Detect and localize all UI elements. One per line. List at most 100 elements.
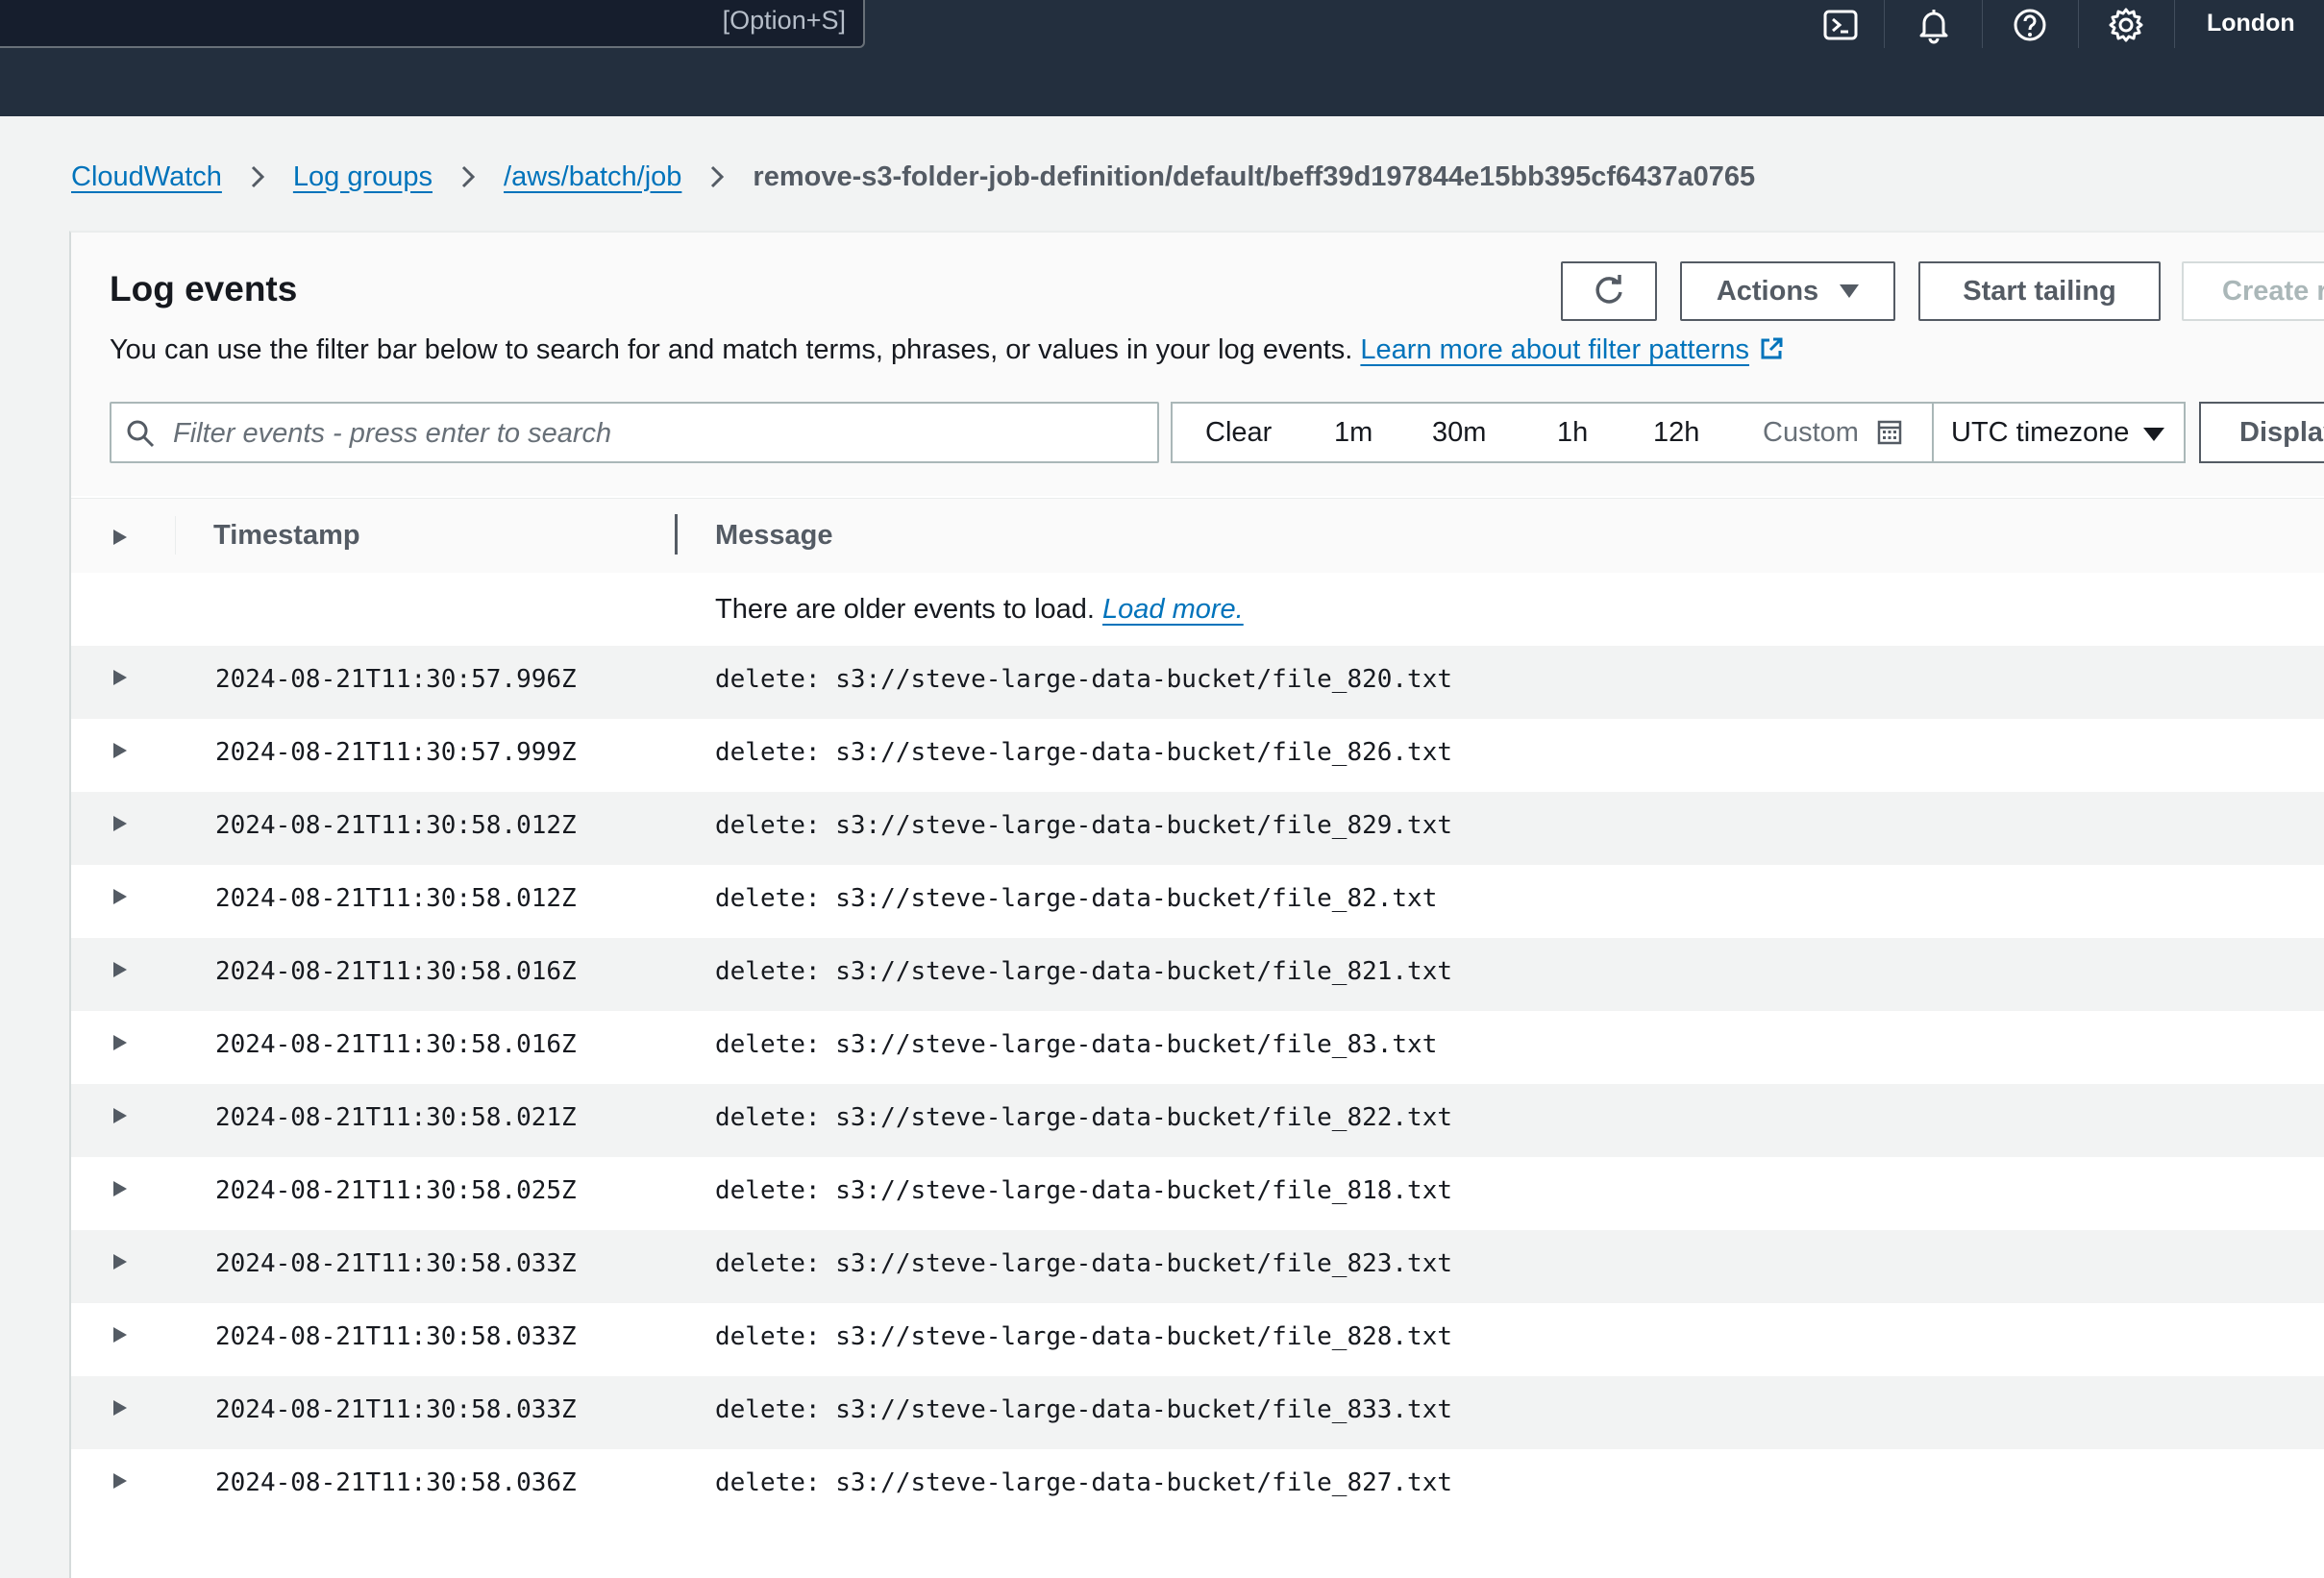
row-message: delete: s3://steve-large-data-bucket/fil… — [715, 1103, 1453, 1132]
row-message: delete: s3://steve-large-data-bucket/fil… — [715, 1249, 1453, 1278]
table-row[interactable]: 2024-08-21T11:30:58.012Z delete: s3://ste… — [71, 865, 2324, 938]
start-tailing-button[interactable]: Start tailing — [1918, 261, 2161, 321]
breadcrumb-current-log-stream: remove-s3-folder-job-definition/default/… — [753, 160, 1756, 192]
search-icon — [125, 418, 156, 449]
row-timestamp: 2024-08-21T11:30:57.999Z — [215, 738, 577, 767]
expand-row-icon[interactable] — [111, 1397, 129, 1418]
table-row[interactable]: 2024-08-21T11:30:58.033Z delete: s3://ste… — [71, 1230, 2324, 1303]
row-message: delete: s3://steve-large-data-bucket/fil… — [715, 1030, 1438, 1059]
bell-icon[interactable] — [1913, 4, 1955, 46]
expand-all-icon[interactable] — [111, 528, 129, 547]
table-row[interactable]: 2024-08-21T11:30:58.012Z delete: s3://ste… — [71, 792, 2324, 865]
search-shortcut-hint: [Option+S] — [722, 6, 846, 35]
expand-row-icon[interactable] — [111, 1105, 129, 1126]
table-row[interactable]: 2024-08-21T11:30:58.025Z delete: s3://ste… — [71, 1157, 2324, 1230]
refresh-icon — [1595, 275, 1622, 304]
actions-dropdown-button[interactable]: Actions — [1680, 261, 1895, 321]
help-icon[interactable] — [2009, 4, 2051, 46]
table-row[interactable]: 2024-08-21T11:30:58.033Z delete: s3://ste… — [71, 1376, 2324, 1449]
nav-separator — [2078, 0, 2079, 48]
expand-row-icon[interactable] — [111, 1324, 129, 1345]
cloudshell-icon[interactable] — [1819, 4, 1862, 46]
log-events-list: 2024-08-21T11:30:57.996Z delete: s3://ste… — [71, 646, 2324, 1522]
caret-down-icon — [2143, 428, 2164, 441]
breadcrumb-cloudwatch[interactable]: CloudWatch — [71, 161, 222, 193]
actions-label: Actions — [1716, 275, 1819, 307]
column-divider — [175, 516, 176, 555]
expand-row-icon[interactable] — [111, 1178, 129, 1199]
row-timestamp: 2024-08-21T11:30:57.996Z — [215, 665, 577, 694]
range-12h-button[interactable]: 12h — [1653, 417, 1699, 449]
refresh-button[interactable] — [1561, 261, 1657, 321]
filter-events-field[interactable] — [110, 402, 1159, 463]
table-header: Timestamp Message — [71, 498, 2324, 575]
nav-separator — [2174, 0, 2175, 48]
expand-row-icon[interactable] — [111, 740, 129, 761]
expand-row-icon[interactable] — [111, 813, 129, 834]
breadcrumb-log-groups[interactable]: Log groups — [293, 161, 433, 193]
column-header-message[interactable]: Message — [715, 520, 833, 552]
row-timestamp: 2024-08-21T11:30:58.016Z — [215, 1030, 577, 1059]
create-metric-filter-button[interactable]: Create r — [2182, 261, 2324, 321]
caret-down-icon — [1840, 284, 1860, 298]
row-timestamp: 2024-08-21T11:30:58.012Z — [215, 811, 577, 840]
chevron-right-icon — [245, 162, 270, 191]
nav-separator — [1884, 0, 1885, 48]
row-message: delete: s3://steve-large-data-bucket/fil… — [715, 811, 1453, 840]
range-custom-label: Custom — [1763, 416, 1859, 448]
timezone-value: UTC timezone — [1951, 416, 2130, 448]
older-events-text: There are older events to load. — [715, 594, 1095, 625]
expand-row-icon[interactable] — [111, 667, 129, 688]
row-message: delete: s3://steve-large-data-bucket/fil… — [715, 1395, 1453, 1424]
row-timestamp: 2024-08-21T11:30:58.016Z — [215, 957, 577, 986]
row-message: delete: s3://steve-large-data-bucket/fil… — [715, 957, 1453, 986]
region-selector[interactable]: London — [2207, 10, 2295, 37]
row-message: delete: s3://steve-large-data-bucket/fil… — [715, 738, 1453, 767]
table-row[interactable]: 2024-08-21T11:30:58.033Z delete: s3://ste… — [71, 1303, 2324, 1376]
filter-events-input[interactable] — [171, 404, 1146, 463]
table-row[interactable]: 2024-08-21T11:30:58.036Z delete: s3://ste… — [71, 1449, 2324, 1522]
timezone-select[interactable]: UTC timezone — [1934, 402, 2186, 463]
global-search-input[interactable]: [Option+S] — [0, 0, 865, 48]
range-1h-button[interactable]: 1h — [1557, 417, 1588, 449]
table-row[interactable]: 2024-08-21T11:30:58.021Z delete: s3://ste… — [71, 1084, 2324, 1157]
column-header-timestamp[interactable]: Timestamp — [213, 520, 360, 552]
chevron-right-icon — [456, 162, 481, 191]
calendar-icon — [1876, 419, 1903, 446]
row-timestamp: 2024-08-21T11:30:58.036Z — [215, 1468, 577, 1497]
row-message: delete: s3://steve-large-data-bucket/fil… — [715, 665, 1453, 694]
display-dropdown-button[interactable]: Display — [2199, 402, 2324, 463]
expand-row-icon[interactable] — [111, 1470, 129, 1492]
expand-row-icon[interactable] — [111, 1251, 129, 1272]
panel-description: You can use the filter bar below to sear… — [110, 334, 1786, 366]
page-title: Log events — [110, 269, 298, 308]
row-message: delete: s3://steve-large-data-bucket/fil… — [715, 884, 1438, 913]
table-row[interactable]: 2024-08-21T11:30:58.016Z delete: s3://ste… — [71, 938, 2324, 1011]
expand-row-icon[interactable] — [111, 886, 129, 907]
learn-more-link[interactable]: Learn more about filter patterns — [1360, 334, 1749, 365]
log-events-panel: Log events You can use the filter bar be… — [69, 231, 2324, 1578]
row-message: delete: s3://steve-large-data-bucket/fil… — [715, 1468, 1453, 1497]
older-events-row: There are older events to load. Load mor… — [71, 573, 2324, 646]
table-row[interactable]: 2024-08-21T11:30:58.016Z delete: s3://ste… — [71, 1011, 2324, 1084]
table-row[interactable]: 2024-08-21T11:30:57.999Z delete: s3://ste… — [71, 719, 2324, 792]
expand-row-icon[interactable] — [111, 1032, 129, 1053]
row-timestamp: 2024-08-21T11:30:58.025Z — [215, 1176, 577, 1205]
breadcrumb-log-group[interactable]: /aws/batch/job — [504, 161, 681, 193]
row-timestamp: 2024-08-21T11:30:58.021Z — [215, 1103, 577, 1132]
range-clear-button[interactable]: Clear — [1205, 417, 1272, 449]
range-1m-button[interactable]: 1m — [1334, 417, 1372, 449]
row-timestamp: 2024-08-21T11:30:58.033Z — [215, 1322, 577, 1351]
table-row[interactable]: 2024-08-21T11:30:57.996Z delete: s3://ste… — [71, 646, 2324, 719]
external-link-icon — [1757, 334, 1786, 363]
time-range-selector: Clear 1m 30m 1h 12h Custom — [1171, 402, 1934, 463]
expand-row-icon[interactable] — [111, 959, 129, 980]
load-more-link[interactable]: Load more. — [1102, 594, 1244, 625]
nav-separator — [1982, 0, 1983, 48]
range-custom-button[interactable]: Custom — [1763, 417, 1903, 449]
column-resize-handle[interactable] — [675, 514, 678, 555]
gear-icon[interactable] — [2105, 4, 2147, 46]
older-events-notice: There are older events to load. Load mor… — [715, 594, 1244, 626]
top-navigation: [Option+S] London — [0, 0, 2324, 116]
range-30m-button[interactable]: 30m — [1432, 417, 1486, 449]
